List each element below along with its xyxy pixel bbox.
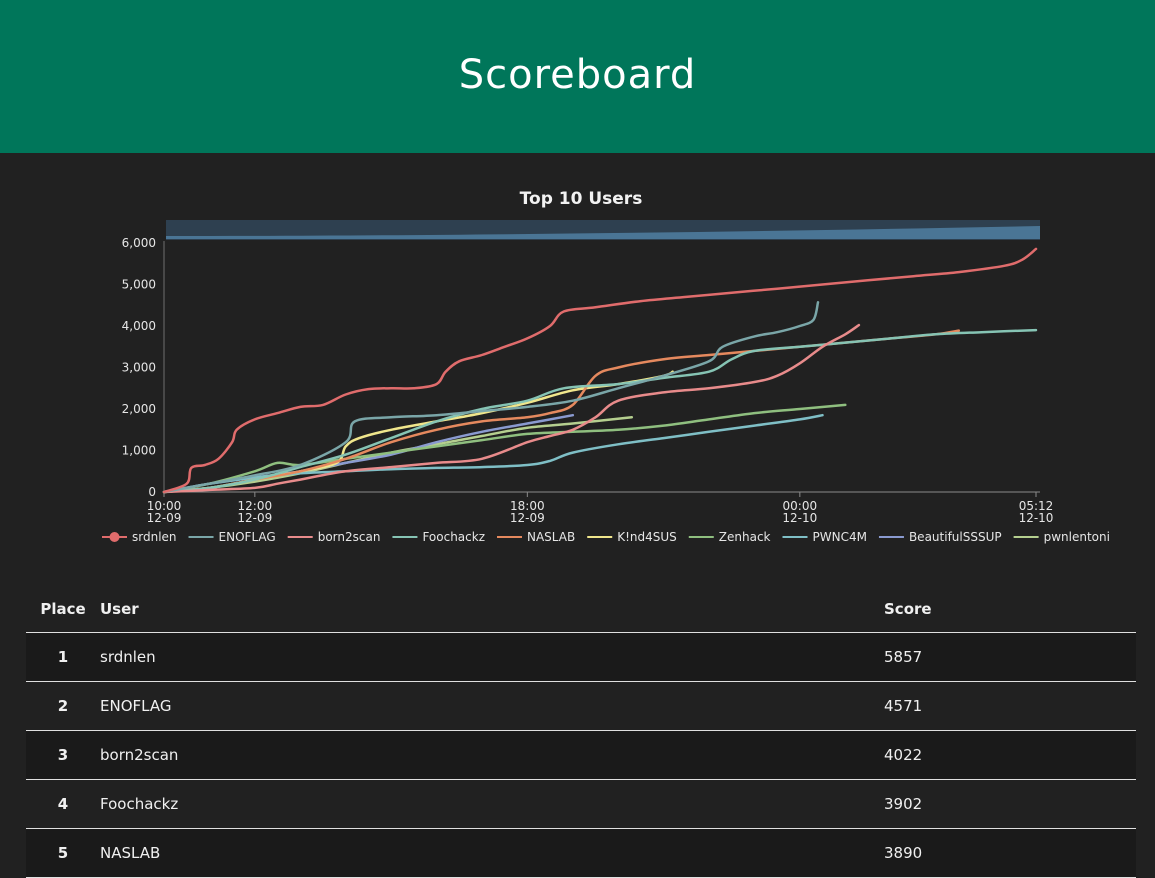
- legend-label: PWNC4M: [813, 530, 867, 544]
- y-tick-label: 6,000: [122, 236, 156, 250]
- score-cell: 4571: [884, 681, 1136, 731]
- chart-title: Top 10 Users: [520, 189, 643, 209]
- user-cell[interactable]: srdnlen: [100, 632, 884, 682]
- x-tick-date-label: 12-10: [782, 511, 817, 525]
- page-title: Scoreboard: [458, 51, 697, 98]
- chart-svg: Top 10 Users 0 1,000 2,000 3,000 4,000 5,000 6…: [102, 189, 1110, 544]
- scoreboard-table: Place User Score 1 srdnlen 5857 2 ENOFLA…: [26, 585, 1136, 878]
- y-tick-label: 4,000: [122, 319, 156, 333]
- y-tick-label: 2,000: [122, 402, 156, 416]
- legend-label: pwnlentoni: [1044, 530, 1110, 544]
- place-cell: 5: [26, 828, 100, 878]
- user-cell[interactable]: born2scan: [100, 730, 884, 780]
- legend-item[interactable]: K!nd4SUS: [587, 530, 677, 544]
- place-cell: 4: [26, 779, 100, 829]
- user-cell[interactable]: NASLAB: [100, 828, 884, 878]
- legend-item[interactable]: NASLAB: [497, 530, 575, 544]
- place-cell: 3: [26, 730, 100, 780]
- user-cell[interactable]: Foochackz: [100, 779, 884, 829]
- legend-label: born2scan: [318, 530, 381, 544]
- legend-item[interactable]: ENOFLAG: [188, 530, 276, 544]
- legend-label: Zenhack: [719, 530, 771, 544]
- table-header-row: Place User Score: [26, 585, 1136, 633]
- score-cell: 3902: [884, 779, 1136, 829]
- y-tick-label: 0: [148, 485, 156, 499]
- legend-item[interactable]: PWNC4M: [782, 530, 867, 544]
- x-tick-date-label: 12-09: [237, 511, 272, 525]
- legend-label: BeautifulSSSUP: [909, 530, 1002, 544]
- legend-label: K!nd4SUS: [617, 530, 677, 544]
- legend-item[interactable]: srdnlen: [102, 530, 177, 544]
- table-row: 1 srdnlen 5857: [26, 632, 1136, 682]
- score-cell: 5857: [884, 632, 1136, 682]
- y-tick-label: 1,000: [122, 444, 156, 458]
- y-tick-label: 3,000: [122, 361, 156, 375]
- x-tick-date-label: 12-09: [147, 511, 182, 525]
- table-row: 2 ENOFLAG 4571: [26, 681, 1136, 731]
- legend-item[interactable]: born2scan: [287, 530, 381, 544]
- score-cell: 3890: [884, 828, 1136, 878]
- legend-label: Foochackz: [422, 530, 485, 544]
- column-header-place: Place: [26, 585, 100, 633]
- page-header: Scoreboard: [0, 0, 1155, 153]
- legend-item[interactable]: Zenhack: [688, 530, 771, 544]
- legend-label: ENOFLAG: [219, 530, 276, 544]
- legend-label: srdnlen: [132, 530, 177, 544]
- y-tick-label: 5,000: [122, 278, 156, 292]
- series-line-enoflag: [162, 301, 820, 494]
- score-cell: 4022: [884, 730, 1136, 780]
- legend-item[interactable]: BeautifulSSSUP: [878, 530, 1002, 544]
- column-header-score: Score: [884, 585, 1136, 633]
- table-row: 4 Foochackz 3902: [26, 779, 1136, 829]
- user-cell[interactable]: ENOFLAG: [100, 681, 884, 731]
- legend-marker: [109, 532, 120, 542]
- table-row: 3 born2scan 4022: [26, 730, 1136, 780]
- x-tick-date-label: 12-09: [510, 511, 545, 525]
- column-header-user: User: [100, 585, 884, 633]
- legend-item[interactable]: pwnlentoni: [1013, 530, 1110, 544]
- legend-label: NASLAB: [527, 530, 575, 544]
- place-cell: 1: [26, 632, 100, 682]
- series-line-srdnlen: [162, 247, 1038, 494]
- data-zoom-slider[interactable]: [166, 220, 1040, 240]
- table-row: 5 NASLAB 3890: [26, 828, 1136, 878]
- scoreboard-chart: Top 10 Users 0 1,000 2,000 3,000 4,000 5,000 6…: [0, 153, 1155, 548]
- chart-legend: srdnlen ENOFLAG born2scan Foochackz NASLAB K!…: [102, 530, 1110, 544]
- place-cell: 2: [26, 681, 100, 731]
- legend-item[interactable]: Foochackz: [392, 530, 485, 544]
- x-tick-date-label: 12-10: [1019, 511, 1054, 525]
- chart-series-lines: [162, 247, 1038, 494]
